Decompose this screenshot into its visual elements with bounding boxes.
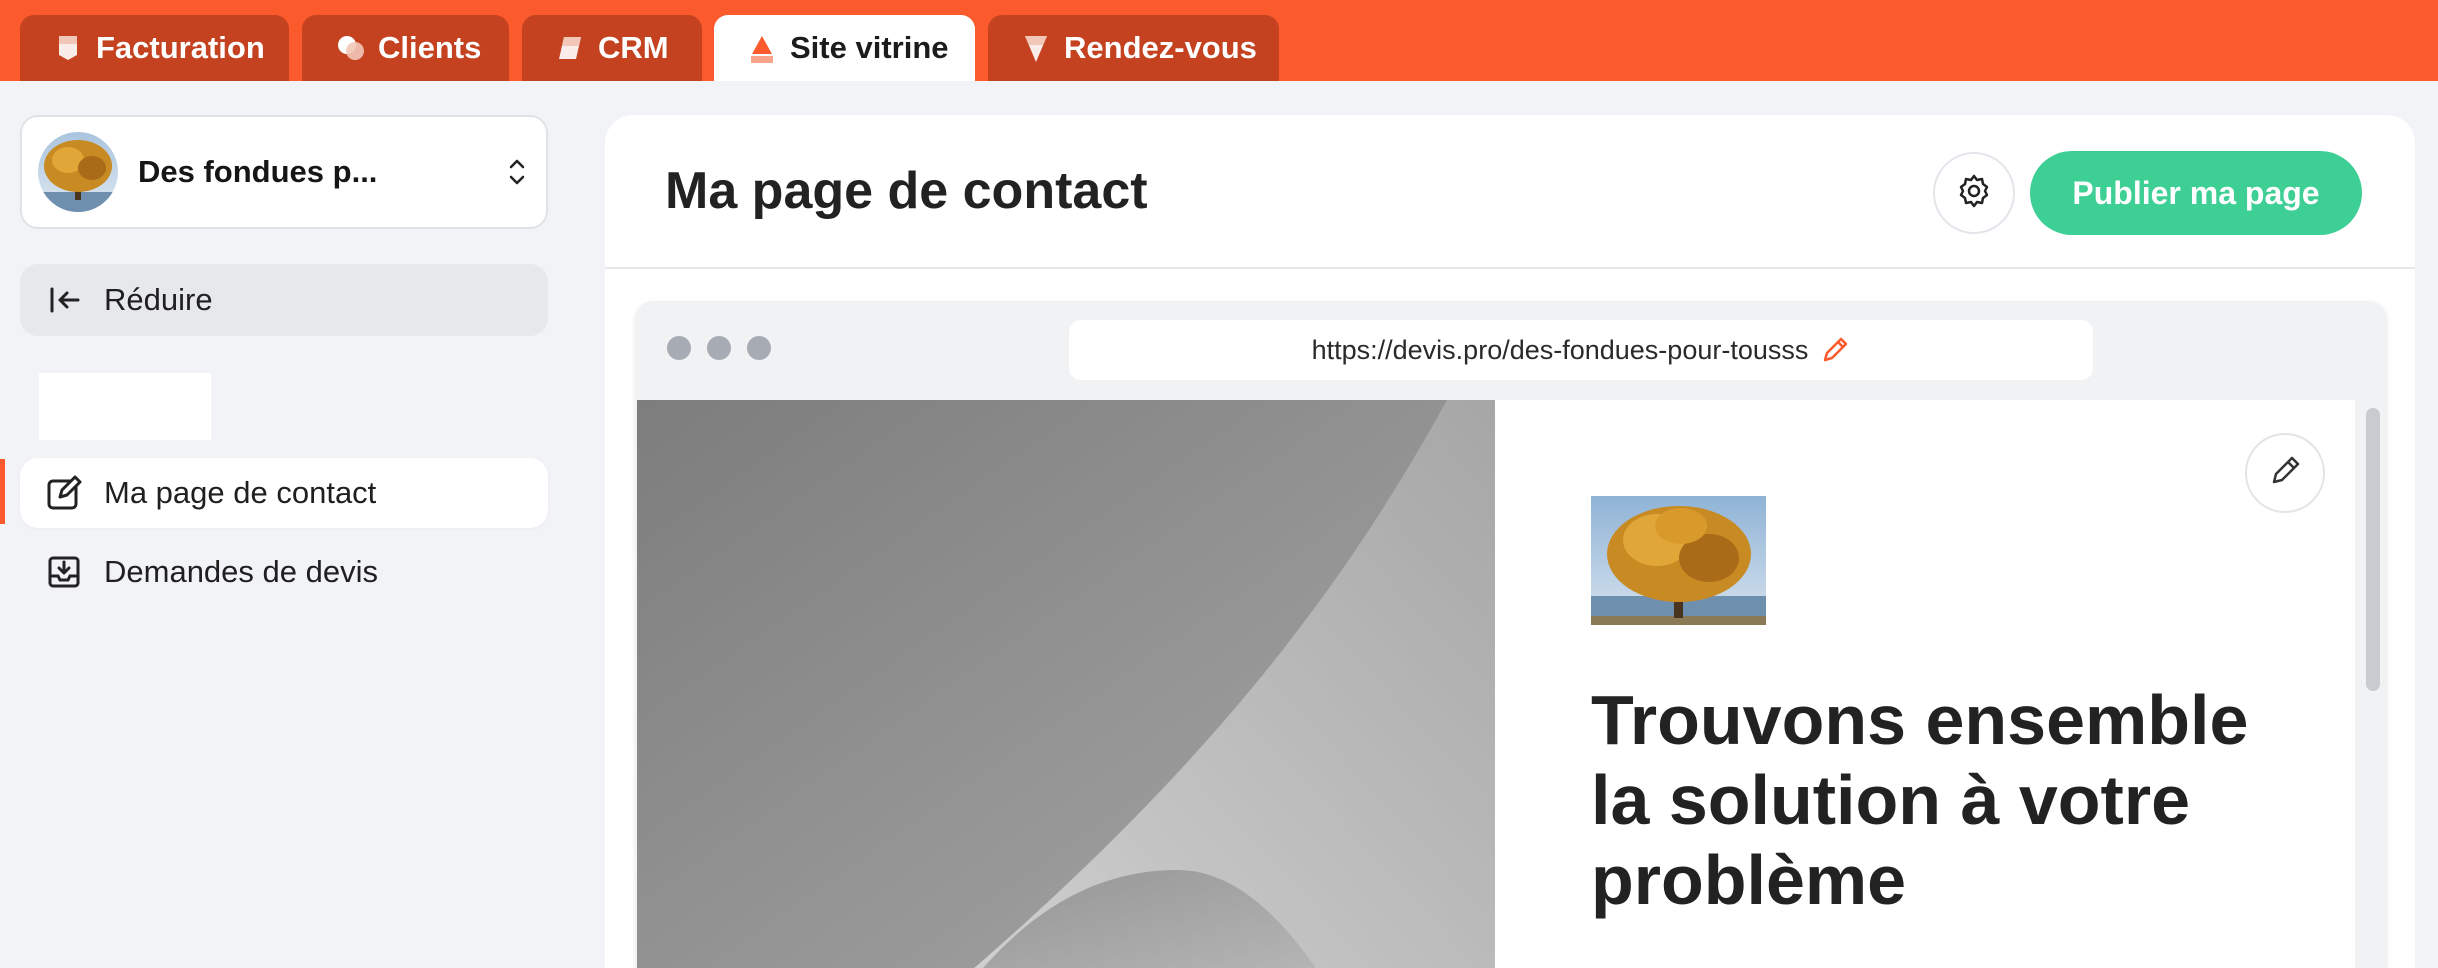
pencil-icon <box>2268 454 2302 493</box>
main-panel: Ma page de contact Publier ma page https… <box>605 115 2415 968</box>
preview-scrollbar[interactable] <box>2357 400 2387 968</box>
collapse-left-icon <box>48 285 82 315</box>
tab-label: Site vitrine <box>790 30 949 65</box>
tab-label: Clients <box>378 30 482 65</box>
website-icon <box>748 34 776 63</box>
edit-content-button[interactable] <box>2245 433 2325 513</box>
hero-image <box>637 400 1495 968</box>
appointment-icon <box>1022 34 1050 62</box>
publish-button[interactable]: Publier ma page <box>2030 151 2362 235</box>
sidebar-placeholder <box>39 373 211 440</box>
crm-icon <box>556 34 584 62</box>
page-url: https://devis.pro/des-fondues-pour-touss… <box>1311 334 1809 365</box>
tab-label: CRM <box>598 30 669 65</box>
browser-preview: https://devis.pro/des-fondues-pour-touss… <box>635 301 2387 968</box>
window-dot <box>667 336 691 360</box>
sidebar-item-quote-requests[interactable]: Demandes de devis <box>20 537 548 607</box>
edit-url-pencil-icon[interactable] <box>1820 335 1850 365</box>
heading-line: Trouvons ensemble <box>1591 681 2249 759</box>
sidebar-item-label: Demandes de devis <box>104 554 378 589</box>
tab-site-vitrine[interactable]: Site vitrine <box>714 15 975 81</box>
invoice-icon <box>54 34 82 62</box>
heading-line: problème <box>1591 841 1907 919</box>
active-nav-indicator <box>0 459 5 524</box>
preview-viewport: Trouvons ensemble la solution à votre prob… <box>637 400 2355 968</box>
collapse-sidebar-button[interactable]: Réduire <box>20 264 548 336</box>
scrollbar-thumb[interactable] <box>2366 408 2380 691</box>
page-title: Ma page de contact <box>665 162 1148 220</box>
tab-crm[interactable]: CRM <box>522 15 702 81</box>
tab-facturation[interactable]: Facturation <box>20 15 289 81</box>
organization-selector[interactable]: Des fondues p... <box>20 115 548 229</box>
window-dot <box>747 336 771 360</box>
tab-rendez-vous[interactable]: Rendez-vous <box>988 15 1279 81</box>
tab-label: Rendez-vous <box>1064 30 1257 65</box>
inbox-download-icon <box>44 552 84 592</box>
sidebar-item-label: Ma page de contact <box>104 475 377 510</box>
organization-avatar <box>38 132 118 212</box>
heading-line: la solution à votre <box>1591 761 2190 839</box>
preview-content: Trouvons ensemble la solution à votre prob… <box>1495 400 2355 968</box>
hero-heading: Trouvons ensemble la solution à votre prob… <box>1591 680 2291 920</box>
edit-page-icon <box>44 473 84 513</box>
app-tab-bar: Facturation Clients CRM Site vitrine Ren… <box>0 0 2438 81</box>
tab-clients[interactable]: Clients <box>302 15 509 81</box>
page-header: Ma page de contact Publier ma page <box>605 115 2415 269</box>
business-logo-image <box>1591 496 1766 625</box>
window-dot <box>707 336 731 360</box>
gear-icon <box>1956 173 1992 214</box>
collapse-label: Réduire <box>104 282 213 317</box>
sidebar-item-contact-page[interactable]: Ma page de contact <box>20 458 548 528</box>
chevron-up-down-icon <box>508 155 526 189</box>
tab-label: Facturation <box>96 30 265 65</box>
clients-icon <box>336 34 364 62</box>
organization-name: Des fondues p... <box>138 154 378 189</box>
settings-button[interactable] <box>1933 152 2015 234</box>
url-bar: https://devis.pro/des-fondues-pour-touss… <box>1069 320 2093 380</box>
